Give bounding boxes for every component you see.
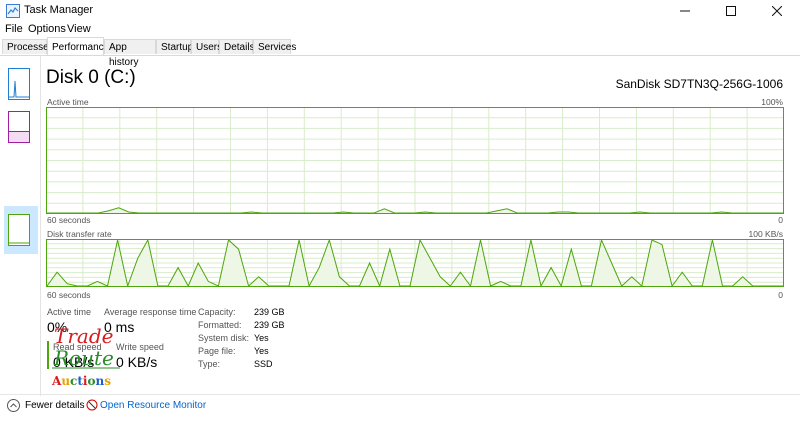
task-manager-icon bbox=[6, 4, 20, 18]
title-bar: Task Manager bbox=[0, 0, 800, 22]
logo-word-auctions: Auctions bbox=[51, 374, 111, 388]
minimize-icon bbox=[680, 10, 690, 12]
tab-performance[interactable]: Performance bbox=[47, 37, 109, 55]
formatted-value: 239 GB bbox=[254, 320, 285, 330]
resource-sidebar bbox=[0, 56, 41, 396]
transfer-rate-min: 0 bbox=[778, 290, 783, 300]
fewer-details-link[interactable]: Fewer details bbox=[25, 400, 84, 411]
memory-thumbnail[interactable] bbox=[8, 111, 30, 143]
tab-services[interactable]: Services bbox=[253, 39, 296, 54]
page-file-label: Page file: bbox=[198, 346, 236, 356]
menu-bar: File Options View bbox=[0, 22, 800, 38]
logo-word-trade: Trade bbox=[54, 324, 113, 348]
active-time-stat-label: Active time bbox=[47, 307, 92, 317]
minimize-button[interactable] bbox=[662, 0, 708, 22]
maximize-icon bbox=[726, 6, 736, 16]
cpu-thumbnail[interactable] bbox=[8, 68, 30, 100]
transfer-rate-label: Disk transfer rate bbox=[47, 229, 112, 239]
tab-startup[interactable]: Startup bbox=[156, 39, 193, 54]
maximize-button[interactable] bbox=[708, 0, 754, 22]
page-title: Disk 0 (C:) bbox=[46, 67, 136, 88]
close-button[interactable] bbox=[754, 0, 800, 22]
open-resource-monitor-link[interactable]: Open Resource Monitor bbox=[100, 400, 206, 411]
resource-monitor-icon bbox=[86, 399, 98, 411]
system-disk-label: System disk: bbox=[198, 333, 250, 343]
menu-view[interactable]: View bbox=[67, 23, 91, 35]
capacity-value: 239 GB bbox=[254, 307, 285, 317]
active-time-min: 0 bbox=[778, 215, 783, 225]
type-value: SSD bbox=[254, 359, 273, 369]
menu-options[interactable]: Options bbox=[28, 23, 66, 35]
tab-app-history[interactable]: App history bbox=[104, 39, 156, 68]
footer-bar: Fewer details Open Resource Monitor bbox=[0, 394, 800, 422]
close-icon bbox=[772, 6, 782, 16]
response-time-label: Average response time bbox=[104, 307, 197, 317]
tab-details[interactable]: Details bbox=[219, 39, 255, 54]
type-label: Type: bbox=[198, 359, 221, 369]
window-title: Task Manager bbox=[24, 4, 94, 16]
active-time-label: Active time bbox=[47, 97, 89, 107]
active-time-max: 100% bbox=[761, 97, 783, 107]
tab-processes[interactable]: Processes bbox=[2, 39, 54, 54]
logo-word-route: Route bbox=[53, 346, 114, 370]
transfer-rate-duration: 60 seconds bbox=[47, 290, 91, 300]
disk-thumbnail[interactable] bbox=[8, 214, 30, 246]
active-time-duration: 60 seconds bbox=[47, 215, 91, 225]
chevron-up-icon[interactable] bbox=[7, 399, 20, 412]
cpu-sparkline bbox=[9, 80, 29, 98]
transfer-rate-graph bbox=[46, 239, 784, 287]
capacity-label: Capacity: bbox=[198, 307, 236, 317]
transfer-rate-max: 100 KB/s bbox=[748, 229, 784, 239]
page-file-value: Yes bbox=[254, 346, 269, 356]
disk-sparkline bbox=[9, 242, 29, 244]
active-time-graph bbox=[46, 107, 784, 214]
formatted-label: Formatted: bbox=[198, 320, 242, 330]
system-disk-value: Yes bbox=[254, 333, 269, 343]
read-speed-marker bbox=[47, 341, 49, 369]
tab-users[interactable]: Users bbox=[191, 39, 222, 54]
tab-strip: Processes Performance App history Startu… bbox=[0, 37, 800, 68]
menu-file[interactable]: File bbox=[5, 23, 23, 35]
trade-route-auctions-logo: Trade Route Auctions bbox=[51, 324, 120, 388]
disk-model: SanDisk SD7TN3Q-256G-1006 bbox=[615, 77, 783, 91]
